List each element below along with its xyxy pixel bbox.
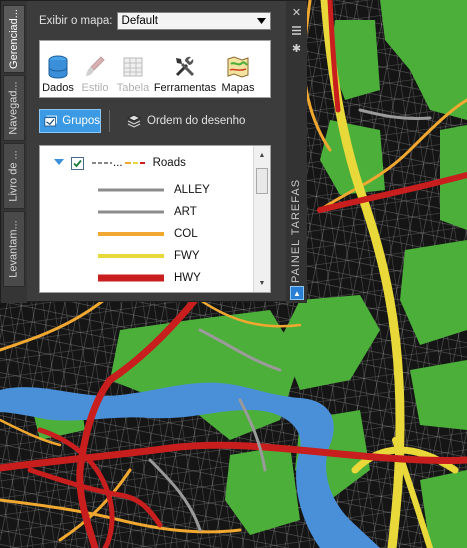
legend-item-art: ART bbox=[98, 201, 197, 223]
mapview-row: Exibir o mapa: Default bbox=[39, 11, 271, 31]
dados-label: Dados bbox=[42, 82, 74, 94]
legend-swatch bbox=[98, 254, 164, 258]
tab-gerenciador[interactable]: Gerenciad... bbox=[3, 5, 25, 73]
scrollbar-thumb[interactable] bbox=[256, 168, 268, 194]
tab-livro-label: Livro de ... bbox=[8, 150, 21, 202]
legend-label: COL bbox=[174, 228, 198, 240]
display-manager-panel: Exibir o mapa: Default Dados Estilo Tabe… bbox=[29, 5, 279, 299]
ferramentas-button[interactable]: Ferramentas bbox=[152, 41, 218, 97]
tab-livro[interactable]: Livro de ... bbox=[3, 143, 25, 209]
legend-swatch bbox=[98, 232, 164, 236]
tab-gerenciador-label: Gerenciad... bbox=[8, 9, 21, 69]
tabela-button[interactable]: Tabela bbox=[114, 41, 152, 97]
legend-label: FWY bbox=[174, 250, 200, 262]
legend-item-alley: ALLEY bbox=[98, 179, 210, 201]
dados-button[interactable]: Dados bbox=[40, 41, 76, 97]
legend-item-hwy: HWY bbox=[98, 267, 201, 289]
toolbar: Dados Estilo Tabela Ferramentas Mapas bbox=[39, 40, 271, 98]
task-pane-window: Gerenciad... Navegad... Livro de ... Lev… bbox=[0, 0, 307, 303]
app-menu-icon[interactable]: ▲ bbox=[290, 286, 304, 300]
chevron-down-icon bbox=[256, 18, 266, 24]
legend-item-col: COL bbox=[98, 223, 198, 245]
tab-divider bbox=[109, 110, 110, 132]
mapview-dropdown[interactable]: Default bbox=[116, 12, 271, 30]
palette-title-bar[interactable]: ✕ ✱ PAINEL TAREFAS ▲ bbox=[286, 1, 307, 303]
layer-tree: ... Roads ALLEY ART COL FWY HWY ▲ ▼ bbox=[39, 145, 271, 293]
legend-swatch bbox=[98, 188, 164, 192]
auto-hide-icon[interactable] bbox=[289, 23, 304, 37]
layer-tree-scrollbar[interactable]: ▲ ▼ bbox=[253, 146, 270, 292]
layer-visibility-checkbox[interactable] bbox=[71, 156, 84, 170]
side-tab-strip: Gerenciad... Navegad... Livro de ... Lev… bbox=[1, 1, 27, 303]
map-icon bbox=[227, 56, 249, 78]
tab-ordem-desenho[interactable]: Ordem do desenho bbox=[126, 109, 245, 133]
mapview-label: Exibir o mapa: bbox=[39, 15, 113, 27]
tabela-label: Tabela bbox=[116, 82, 150, 94]
layer-row-roads[interactable]: ... Roads bbox=[54, 152, 186, 174]
estilo-label: Estilo bbox=[81, 82, 109, 94]
legend-label: ART bbox=[174, 206, 197, 218]
draw-order-icon bbox=[126, 114, 142, 128]
estilo-button[interactable]: Estilo bbox=[76, 41, 114, 97]
layer-style-ellipsis: ... bbox=[113, 157, 123, 169]
tab-grupos[interactable]: Grupos bbox=[39, 109, 101, 133]
tab-navegador[interactable]: Navegad... bbox=[3, 75, 25, 141]
groups-icon bbox=[44, 115, 57, 127]
tab-navegador-label: Navegad... bbox=[8, 81, 21, 135]
collapse-triangle-icon[interactable] bbox=[54, 159, 64, 167]
brush-icon bbox=[86, 56, 105, 76]
scroll-up-arrow-icon[interactable]: ▲ bbox=[254, 148, 270, 162]
tools-icon bbox=[175, 56, 195, 77]
legend-swatch bbox=[98, 274, 164, 282]
mapas-button[interactable]: Mapas bbox=[218, 41, 258, 97]
legend-item-fwy: FWY bbox=[98, 245, 200, 267]
legend-swatch bbox=[98, 210, 164, 214]
legend-label: HWY bbox=[174, 272, 201, 284]
database-icon bbox=[48, 55, 68, 79]
task-pane-label: PAINEL TAREFAS bbox=[286, 178, 307, 284]
tab-grupos-label: Grupos bbox=[62, 115, 100, 127]
mapas-label: Mapas bbox=[221, 82, 255, 94]
close-icon[interactable]: ✕ bbox=[289, 5, 304, 19]
table-icon bbox=[123, 57, 143, 77]
layer-style-preview-icon bbox=[92, 162, 112, 164]
scroll-down-arrow-icon[interactable]: ▼ bbox=[254, 276, 270, 290]
legend-swatch-alley bbox=[98, 188, 164, 192]
view-tab-row: Grupos Ordem do desenho bbox=[39, 108, 271, 134]
legend-label: ALLEY bbox=[174, 184, 210, 196]
layer-name: Roads bbox=[152, 157, 186, 169]
mapview-value: Default bbox=[121, 15, 158, 27]
layer-style-colors-icon bbox=[124, 162, 145, 164]
tab-ordem-label: Ordem do desenho bbox=[147, 115, 246, 127]
tab-levantamento-label: Levantam... bbox=[8, 220, 21, 278]
properties-gear-icon[interactable]: ✱ bbox=[289, 41, 304, 55]
ferramentas-label: Ferramentas bbox=[153, 82, 217, 94]
task-pane-label-text: PAINEL TAREFAS bbox=[290, 178, 303, 284]
tab-levantamento[interactable]: Levantam... bbox=[3, 211, 25, 287]
